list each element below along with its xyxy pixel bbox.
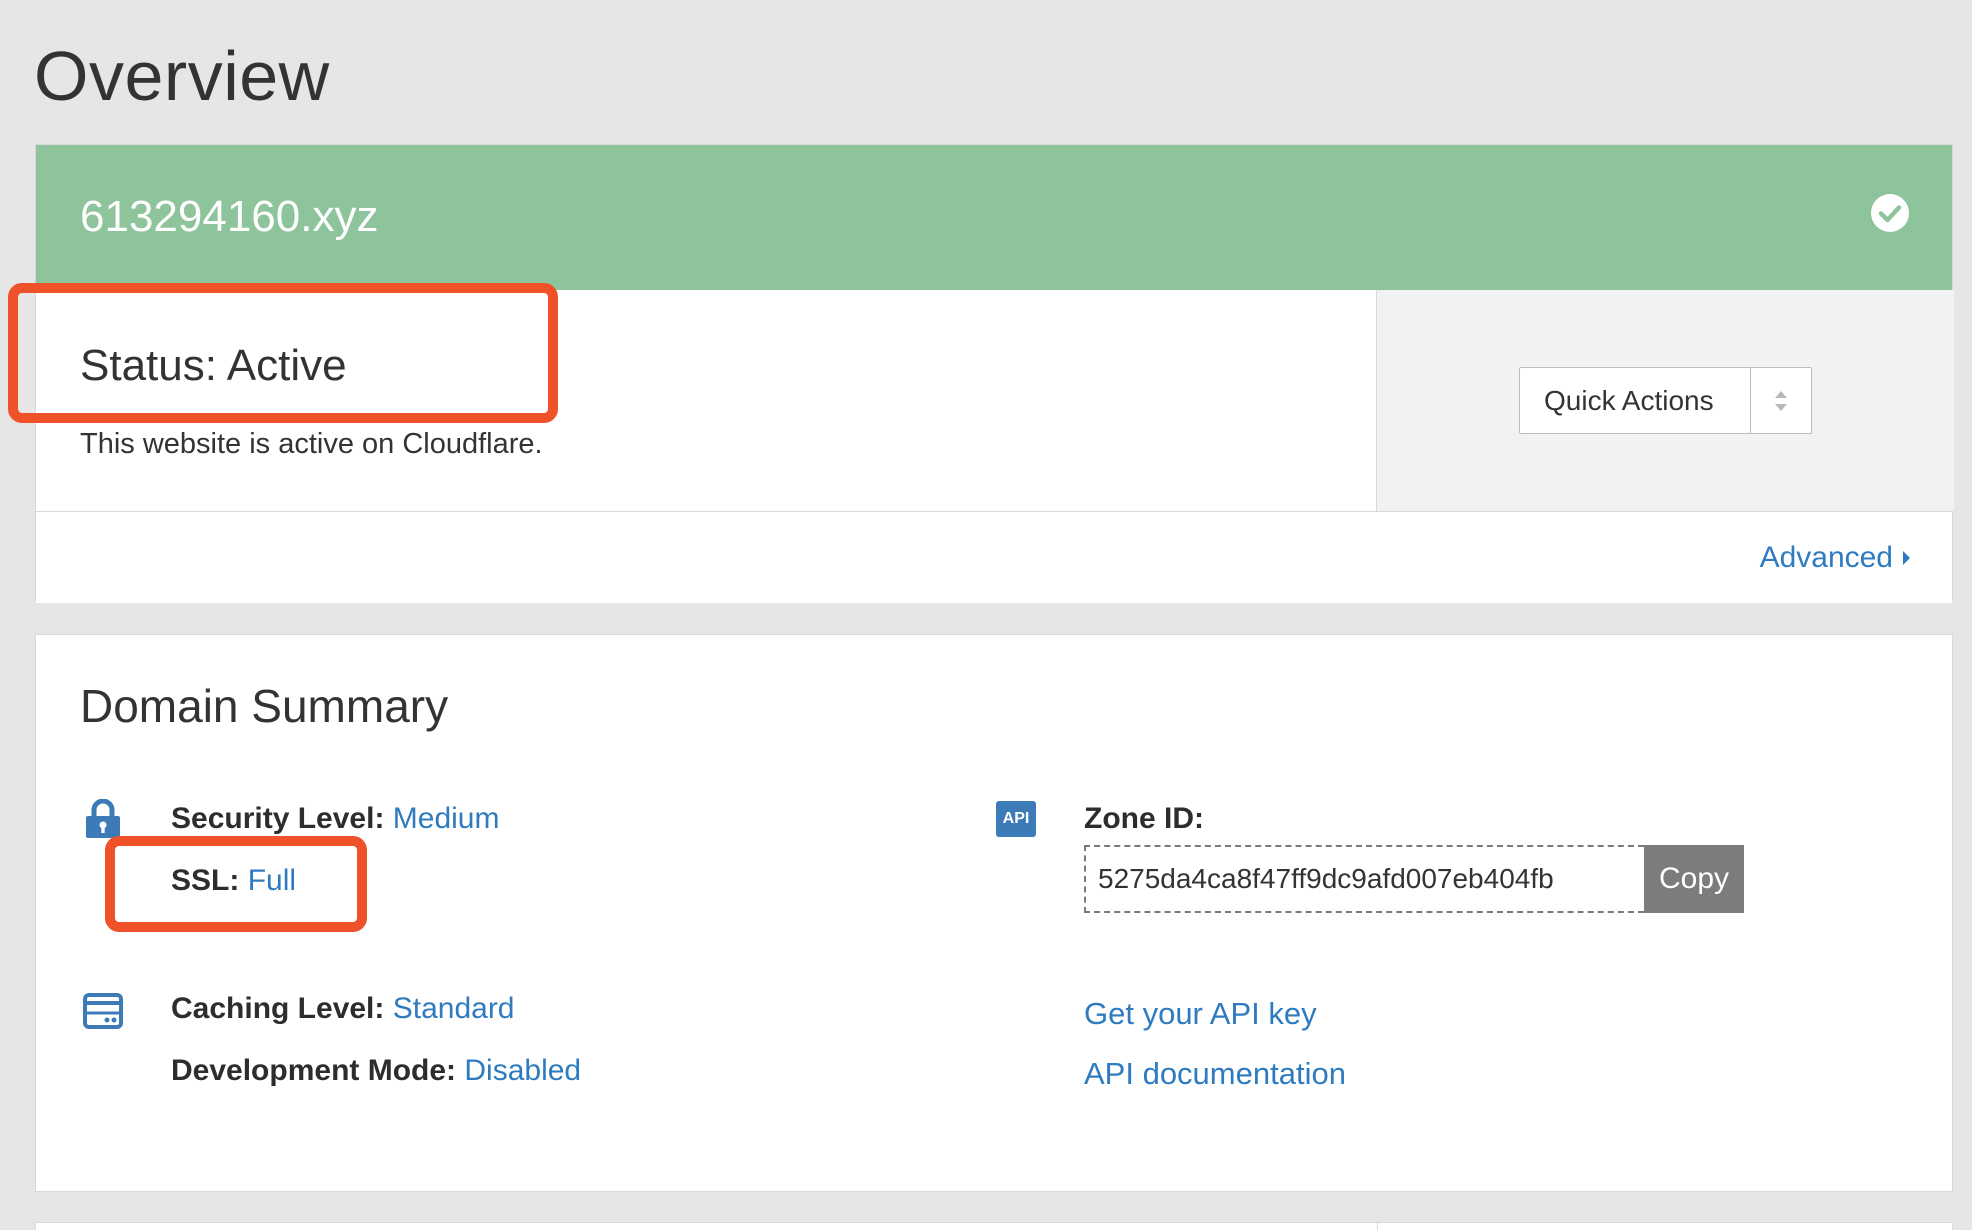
security-level-value[interactable]: Medium	[393, 802, 500, 835]
page-title: Overview	[34, 37, 330, 115]
page: Overview 613294160.xyz Status: Active Th…	[0, 0, 1972, 1230]
status-heading: Status: Active	[80, 341, 347, 390]
domain-header: 613294160.xyz	[36, 145, 1952, 290]
quick-actions-label: Quick Actions	[1520, 368, 1751, 433]
next-card	[35, 1222, 1953, 1230]
zone-status-card: 613294160.xyz Status: Active This websit…	[35, 144, 1954, 603]
quick-actions-select[interactable]: Quick Actions	[1519, 367, 1812, 434]
caching-level-row: Caching Level: Standard	[171, 991, 515, 1027]
ssl-label: SSL:	[171, 864, 240, 897]
domain-summary-card: Domain Summary Security Level: Medium SS…	[35, 634, 1953, 1192]
api-documentation-link[interactable]: API documentation	[1084, 1055, 1346, 1093]
caret-right-icon	[1903, 551, 1910, 565]
caching-level-value[interactable]: Standard	[393, 992, 515, 1025]
check-circle-icon	[1871, 194, 1909, 232]
ssl-row: SSL: Full	[171, 863, 296, 899]
security-level-row: Security Level: Medium	[171, 801, 499, 837]
security-level-label: Security Level:	[171, 802, 385, 835]
domain-summary-title: Domain Summary	[80, 680, 449, 732]
advanced-label: Advanced	[1759, 541, 1893, 574]
zone-id-field[interactable]: 5275da4ca8f47ff9dc9afd007eb404fb	[1084, 845, 1644, 913]
caching-level-label: Caching Level:	[171, 992, 385, 1025]
development-mode-row: Development Mode: Disabled	[171, 1053, 581, 1089]
quick-actions-panel: Quick Actions	[1377, 290, 1954, 511]
status-description: This website is active on Cloudflare.	[80, 428, 543, 460]
api-icon: API	[996, 801, 1036, 837]
development-mode-value[interactable]: Disabled	[464, 1054, 581, 1087]
status-panel: Status: Active This website is active on…	[36, 290, 1377, 511]
sort-arrows-icon	[1751, 368, 1811, 433]
advanced-row: Advanced	[36, 511, 1952, 603]
copy-zone-id-button[interactable]: Copy	[1644, 845, 1744, 913]
lock-icon	[86, 799, 120, 838]
development-mode-label: Development Mode:	[171, 1054, 457, 1087]
zone-id-label: Zone ID:	[1084, 802, 1204, 835]
domain-name: 613294160.xyz	[80, 192, 379, 241]
advanced-link[interactable]: Advanced	[1760, 540, 1910, 576]
server-icon	[83, 993, 123, 1029]
ssl-value[interactable]: Full	[248, 864, 296, 897]
get-api-key-link[interactable]: Get your API key	[1084, 995, 1317, 1033]
divider	[1377, 1223, 1378, 1230]
